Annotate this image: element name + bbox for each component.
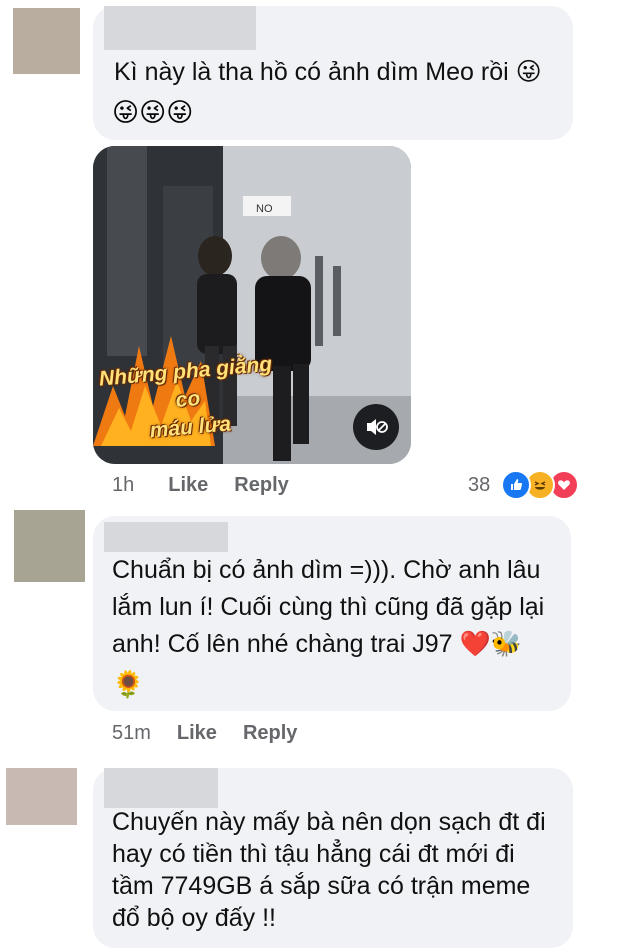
commenter-name-redacted[interactable] <box>104 522 228 552</box>
comment-emoji-line: 😜😜😜 <box>112 98 194 128</box>
comment-emoji-line: 🌻 <box>112 670 145 700</box>
reply-button[interactable]: Reply <box>234 474 288 496</box>
muted-speaker-icon <box>367 419 388 435</box>
commenter-name-redacted[interactable] <box>104 768 218 808</box>
video-caption: Những pha giằng co máu lửa <box>98 352 274 443</box>
like-button[interactable]: Like <box>177 722 217 744</box>
commenter-name-redacted[interactable] <box>104 6 256 50</box>
reaction-count[interactable]: 38 <box>468 474 490 497</box>
comment-video[interactable]: NO Những pha giằng co máu lửa <box>93 146 411 464</box>
video-sign-text: NO <box>256 203 273 215</box>
like-button[interactable]: Like <box>168 474 208 496</box>
avatar[interactable] <box>6 768 77 825</box>
comment-time[interactable]: 51m <box>112 722 151 744</box>
comment-actions: 1h Like Reply <box>112 474 289 497</box>
comment-actions: 51m Like Reply <box>112 722 297 745</box>
comment-text: Chuẩn bị có ảnh dìm =))). Chờ anh lâu lắ… <box>112 556 545 658</box>
comment-time[interactable]: 1h <box>112 474 134 496</box>
avatar[interactable] <box>13 8 80 74</box>
comment-text: Chuyến này mấy bà nên dọn sạch đt đi hay… <box>112 808 546 932</box>
comment-text: Kì này là tha hồ có ảnh dìm Meo rồi 😜 <box>114 58 542 86</box>
like-icon[interactable] <box>501 470 531 500</box>
avatar[interactable] <box>14 510 85 582</box>
reply-button[interactable]: Reply <box>243 722 297 744</box>
mute-button[interactable] <box>353 404 399 450</box>
